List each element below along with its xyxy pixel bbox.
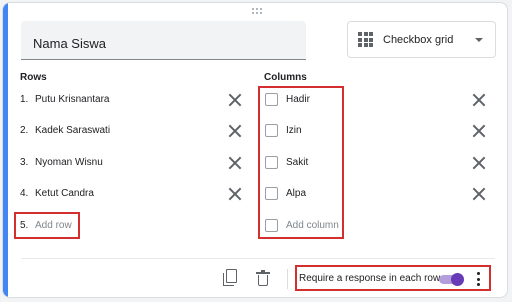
row-item[interactable]: 3. Nyoman Wisnu (20, 152, 103, 172)
active-accent-bar (3, 3, 8, 297)
row-number: 4. (20, 187, 29, 199)
add-row-highlight-box (14, 212, 80, 239)
dropdown-caret-icon (475, 38, 483, 42)
columns-highlight-box (258, 86, 344, 239)
row-item[interactable]: 4. Ketut Candra (20, 183, 94, 203)
row-number: 1. (20, 93, 29, 105)
remove-row-icon[interactable] (228, 124, 242, 138)
row-label: Ketut Candra (35, 187, 94, 199)
row-number: 3. (20, 156, 29, 168)
remove-column-icon[interactable] (472, 156, 486, 170)
row-item[interactable]: 2. Kadek Saraswati (20, 120, 110, 140)
question-title-input[interactable]: Nama Siswa (21, 21, 306, 60)
remove-row-icon[interactable] (228, 156, 242, 170)
row-number: 2. (20, 124, 29, 136)
remove-column-icon[interactable] (472, 124, 486, 138)
question-card: Nama Siswa Checkbox grid Rows 1. Putu Kr… (2, 2, 508, 298)
delete-icon[interactable] (256, 270, 270, 286)
remove-column-icon[interactable] (472, 187, 486, 201)
row-label: Nyoman Wisnu (35, 156, 103, 168)
question-type-select[interactable]: Checkbox grid (347, 21, 496, 58)
question-type-label: Checkbox grid (383, 33, 454, 46)
footer-vertical-divider (287, 269, 288, 289)
columns-heading: Columns (264, 72, 307, 83)
remove-row-icon[interactable] (228, 93, 242, 107)
duplicate-icon[interactable] (223, 269, 239, 287)
rows-heading: Rows (20, 72, 47, 83)
footer-divider (21, 258, 495, 259)
require-response-highlight-box (295, 265, 491, 291)
remove-column-icon[interactable] (472, 93, 486, 107)
row-label: Kadek Saraswati (35, 124, 111, 136)
remove-row-icon[interactable] (228, 187, 242, 201)
grid-icon (358, 32, 373, 47)
drag-handle-icon[interactable] (252, 8, 264, 16)
row-item[interactable]: 1. Putu Krisnantara (20, 89, 110, 109)
row-label: Putu Krisnantara (35, 93, 110, 105)
